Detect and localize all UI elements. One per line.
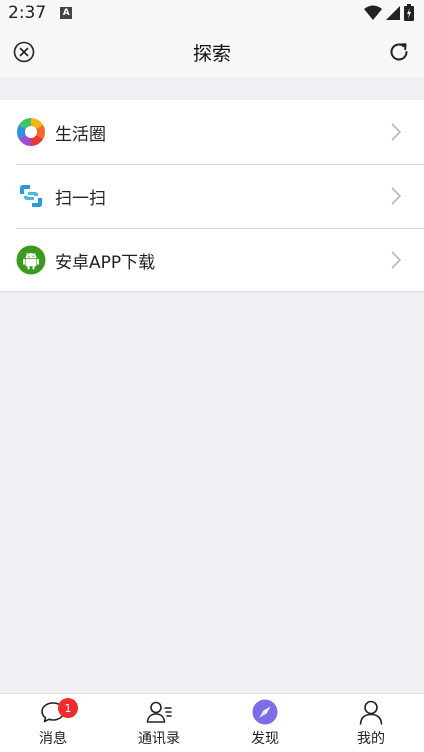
unread-badge: 1 <box>58 698 78 718</box>
tab-label: 发现 <box>251 731 279 747</box>
status-indicators <box>364 4 414 21</box>
a-notification-icon: A <box>60 7 73 19</box>
scan-icon <box>20 185 42 207</box>
bottom-tab-bar: 1 消息 通讯录 发现 我的 <box>0 693 424 752</box>
tab-messages[interactable]: 1 消息 <box>0 694 106 752</box>
tab-label: 我的 <box>357 731 385 747</box>
close-circle-icon[interactable] <box>13 41 35 63</box>
page-title: 探索 <box>192 42 231 65</box>
status-time: 2:37 <box>8 3 47 23</box>
signal-icon <box>386 5 400 20</box>
tab-label: 消息 <box>39 731 67 747</box>
wifi-icon <box>364 5 382 20</box>
chevron-right-icon <box>391 187 402 205</box>
menu-item-label: 安卓APP下载 <box>55 252 156 273</box>
tab-contacts[interactable]: 通讯录 <box>106 694 212 752</box>
menu-item-moments[interactable]: 生活圈 <box>0 100 424 164</box>
contacts-icon <box>146 701 172 723</box>
nav-header: 探索 <box>0 26 424 78</box>
menu-item-label: 扫一扫 <box>55 188 106 209</box>
tab-label: 通讯录 <box>138 731 180 747</box>
menu-item-android-download[interactable]: 安卓APP下载 <box>0 228 424 292</box>
refresh-icon[interactable] <box>387 40 411 64</box>
aperture-icon <box>17 118 45 146</box>
chevron-right-icon <box>391 251 402 269</box>
android-icon <box>16 245 46 275</box>
tab-discover[interactable]: 发现 <box>212 694 318 752</box>
status-bar: 2:37 A <box>0 0 424 26</box>
menu-item-label: 生活圈 <box>55 124 106 145</box>
discover-menu-list: 生活圈 扫一扫 安卓APP下载 <box>0 100 424 292</box>
chevron-right-icon <box>391 123 402 141</box>
tab-me[interactable]: 我的 <box>318 694 424 752</box>
compass-icon <box>252 699 278 725</box>
menu-item-scan[interactable]: 扫一扫 <box>0 164 424 228</box>
person-icon <box>359 700 383 725</box>
battery-icon <box>404 4 414 21</box>
